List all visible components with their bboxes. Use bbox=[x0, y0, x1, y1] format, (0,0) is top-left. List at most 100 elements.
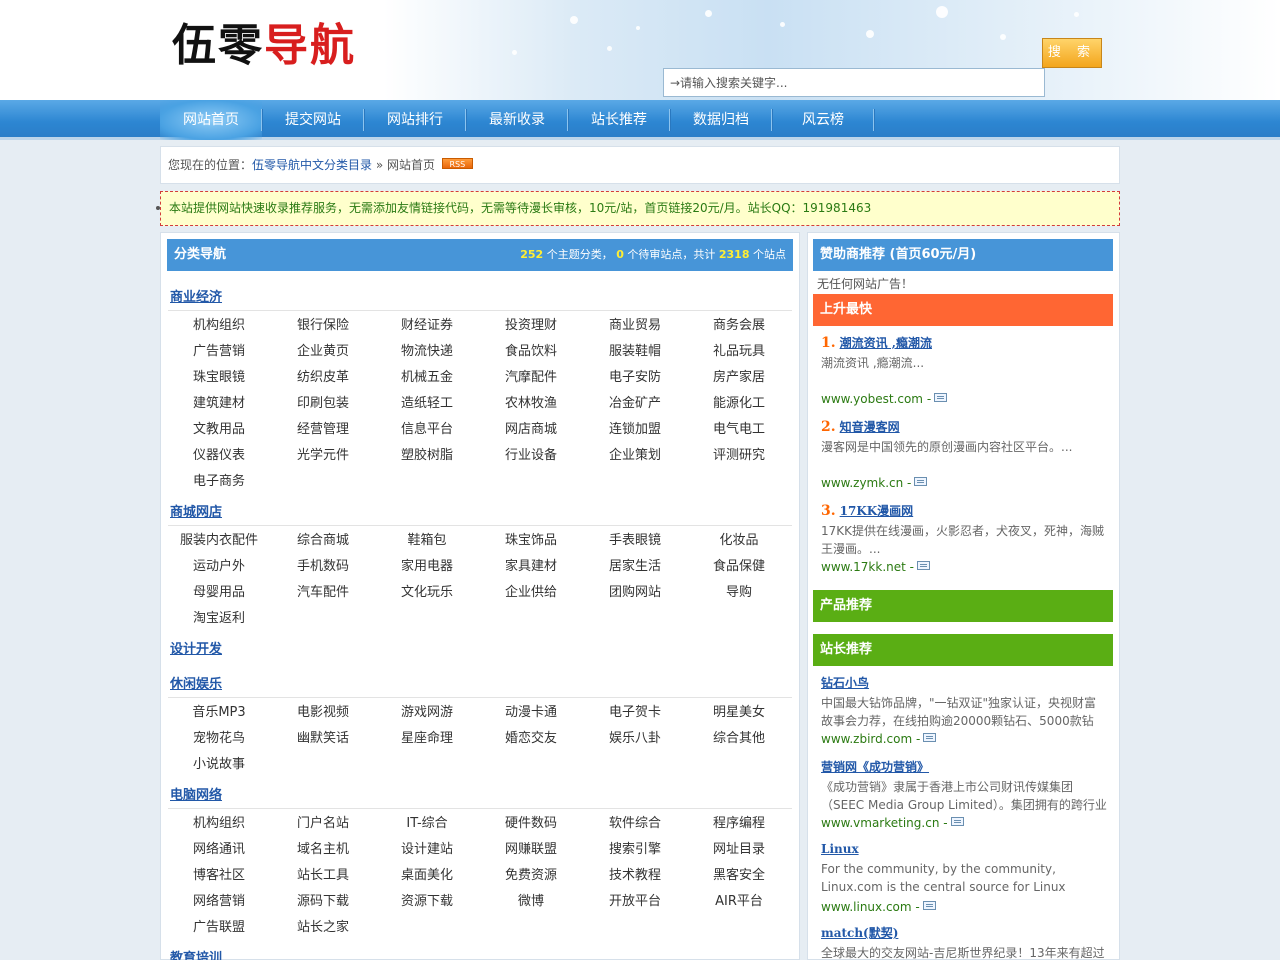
category-title[interactable]: 教育培训 bbox=[170, 947, 222, 960]
subcategory-link[interactable]: 星座命理 bbox=[375, 726, 479, 752]
subcategory-link[interactable]: 小说故事 bbox=[167, 752, 271, 778]
nav-item-ranking[interactable]: 网站排行 bbox=[364, 100, 466, 140]
subcategory-link[interactable]: 音乐MP3 bbox=[167, 700, 271, 726]
subcategory-link[interactable]: 机械五金 bbox=[375, 365, 479, 391]
subcategory-link[interactable]: 明星美女 bbox=[687, 700, 791, 726]
site-title-link[interactable]: 知音漫客网 bbox=[840, 420, 900, 434]
subcategory-link[interactable]: 鞋箱包 bbox=[375, 528, 479, 554]
nav-item-home[interactable]: 网站首页 bbox=[160, 100, 262, 140]
site-url[interactable]: www.linux.com bbox=[821, 900, 912, 914]
nav-item-latest[interactable]: 最新收录 bbox=[466, 100, 568, 140]
subcategory-link[interactable]: 建筑建材 bbox=[167, 391, 271, 417]
subcategory-link[interactable]: 宠物花鸟 bbox=[167, 726, 271, 752]
subcategory-link[interactable]: 居家生活 bbox=[583, 554, 687, 580]
subcategory-link[interactable]: 广告营销 bbox=[167, 339, 271, 365]
subcategory-link[interactable]: 礼品玩具 bbox=[687, 339, 791, 365]
subcategory-link[interactable]: 开放平台 bbox=[583, 889, 687, 915]
subcategory-link[interactable]: 企业策划 bbox=[583, 443, 687, 469]
subcategory-link[interactable]: 手表眼镜 bbox=[583, 528, 687, 554]
subcategory-link[interactable]: 农林牧渔 bbox=[479, 391, 583, 417]
snapshot-icon[interactable] bbox=[923, 733, 937, 742]
rss-icon[interactable]: RSS bbox=[441, 158, 473, 169]
subcategory-link[interactable]: 经营管理 bbox=[271, 417, 375, 443]
subcategory-link[interactable]: 造纸轻工 bbox=[375, 391, 479, 417]
site-title-link[interactable]: 钻石小鸟 bbox=[821, 676, 869, 690]
snapshot-icon[interactable] bbox=[922, 901, 936, 910]
subcategory-link[interactable]: 家用电器 bbox=[375, 554, 479, 580]
subcategory-link[interactable]: 企业供给 bbox=[479, 580, 583, 606]
subcategory-link[interactable]: 行业设备 bbox=[479, 443, 583, 469]
subcategory-link[interactable]: 硬件数码 bbox=[479, 811, 583, 837]
subcategory-link[interactable]: 动漫卡通 bbox=[479, 700, 583, 726]
subcategory-link[interactable]: 电影视频 bbox=[271, 700, 375, 726]
subcategory-link[interactable]: 纺织皮革 bbox=[271, 365, 375, 391]
subcategory-link[interactable]: 团购网站 bbox=[583, 580, 687, 606]
site-url[interactable]: www.vmarketing.cn bbox=[821, 816, 939, 830]
subcategory-link[interactable]: 电气电工 bbox=[687, 417, 791, 443]
subcategory-link[interactable]: 珠宝眼镜 bbox=[167, 365, 271, 391]
subcategory-link[interactable]: 汽摩配件 bbox=[479, 365, 583, 391]
subcategory-link[interactable]: 文化玩乐 bbox=[375, 580, 479, 606]
subcategory-link[interactable]: 服装内衣配件 bbox=[167, 528, 271, 554]
subcategory-link[interactable]: 企业黄页 bbox=[271, 339, 375, 365]
subcategory-link[interactable]: 域名主机 bbox=[271, 837, 375, 863]
subcategory-link[interactable]: AIR平台 bbox=[687, 889, 791, 915]
subcategory-link[interactable]: 母婴用品 bbox=[167, 580, 271, 606]
category-title[interactable]: 商城网店 bbox=[170, 501, 222, 520]
subcategory-link[interactable]: IT-综合 bbox=[375, 811, 479, 837]
subcategory-link[interactable]: 投资理财 bbox=[479, 313, 583, 339]
subcategory-link[interactable]: 冶金矿产 bbox=[583, 391, 687, 417]
subcategory-link[interactable]: 电子安防 bbox=[583, 365, 687, 391]
subcategory-link[interactable]: 银行保险 bbox=[271, 313, 375, 339]
snapshot-icon[interactable] bbox=[950, 817, 964, 826]
subcategory-link[interactable]: 电子贺卡 bbox=[583, 700, 687, 726]
subcategory-link[interactable]: 游戏网游 bbox=[375, 700, 479, 726]
subcategory-link[interactable]: 物流快递 bbox=[375, 339, 479, 365]
subcategory-link[interactable]: 网络通讯 bbox=[167, 837, 271, 863]
subcategory-link[interactable]: 能源化工 bbox=[687, 391, 791, 417]
subcategory-link[interactable]: 食品饮料 bbox=[479, 339, 583, 365]
site-url[interactable]: www.17kk.net bbox=[821, 560, 906, 574]
category-title[interactable]: 设计开发 bbox=[170, 638, 222, 657]
search-input[interactable] bbox=[663, 68, 1045, 97]
subcategory-link[interactable]: 塑胶树脂 bbox=[375, 443, 479, 469]
site-title-link[interactable]: 17KK漫画网 bbox=[840, 504, 914, 518]
subcategory-link[interactable]: 服装鞋帽 bbox=[583, 339, 687, 365]
subcategory-link[interactable]: 黑客安全 bbox=[687, 863, 791, 889]
subcategory-link[interactable]: 网赚联盟 bbox=[479, 837, 583, 863]
subcategory-link[interactable]: 软件综合 bbox=[583, 811, 687, 837]
subcategory-link[interactable]: 食品保健 bbox=[687, 554, 791, 580]
subcategory-link[interactable]: 免费资源 bbox=[479, 863, 583, 889]
subcategory-link[interactable]: 设计建站 bbox=[375, 837, 479, 863]
site-title-link[interactable]: 营销网《成功营销》 bbox=[821, 760, 929, 774]
site-url[interactable]: www.yobest.com bbox=[821, 392, 923, 406]
subcategory-link[interactable]: 广告联盟 bbox=[167, 915, 271, 941]
site-logo[interactable]: 伍零导航 bbox=[172, 16, 356, 76]
snapshot-icon[interactable] bbox=[914, 477, 928, 486]
subcategory-link[interactable]: 电子商务 bbox=[167, 469, 271, 495]
subcategory-link[interactable]: 运动户外 bbox=[167, 554, 271, 580]
nav-item-top[interactable]: 风云榜 bbox=[772, 100, 874, 140]
subcategory-link[interactable]: 房产家居 bbox=[687, 365, 791, 391]
subcategory-link[interactable]: 站长之家 bbox=[271, 915, 375, 941]
subcategory-link[interactable]: 综合其他 bbox=[687, 726, 791, 752]
subcategory-link[interactable]: 博客社区 bbox=[167, 863, 271, 889]
subcategory-link[interactable]: 资源下载 bbox=[375, 889, 479, 915]
subcategory-link[interactable]: 财经证券 bbox=[375, 313, 479, 339]
subcategory-link[interactable]: 门户名站 bbox=[271, 811, 375, 837]
category-title[interactable]: 商业经济 bbox=[170, 286, 222, 305]
site-title-link[interactable]: Linux bbox=[821, 842, 859, 856]
subcategory-link[interactable]: 评测研究 bbox=[687, 443, 791, 469]
subcategory-link[interactable]: 商务会展 bbox=[687, 313, 791, 339]
site-url[interactable]: www.zymk.cn bbox=[821, 476, 903, 490]
subcategory-link[interactable]: 化妆品 bbox=[687, 528, 791, 554]
subcategory-link[interactable]: 微博 bbox=[479, 889, 583, 915]
subcategory-link[interactable]: 站长工具 bbox=[271, 863, 375, 889]
subcategory-link[interactable]: 商业贸易 bbox=[583, 313, 687, 339]
subcategory-link[interactable]: 汽车配件 bbox=[271, 580, 375, 606]
subcategory-link[interactable]: 网店商城 bbox=[479, 417, 583, 443]
subcategory-link[interactable]: 搜索引擎 bbox=[583, 837, 687, 863]
subcategory-link[interactable]: 印刷包装 bbox=[271, 391, 375, 417]
snapshot-icon[interactable] bbox=[917, 561, 930, 570]
subcategory-link[interactable]: 娱乐八卦 bbox=[583, 726, 687, 752]
